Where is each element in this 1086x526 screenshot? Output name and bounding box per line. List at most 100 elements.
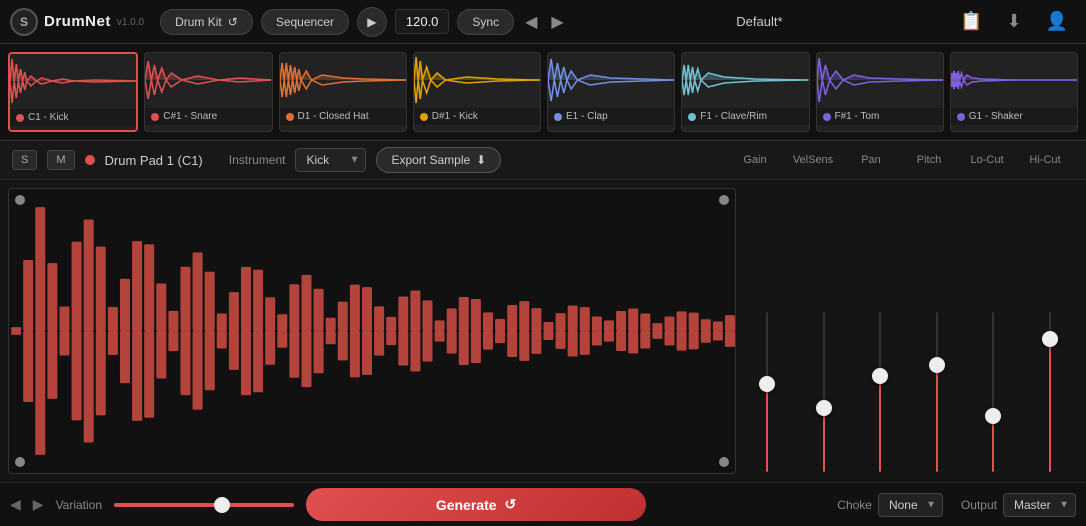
pad-item-c1[interactable]: C1 - Kick xyxy=(8,52,138,132)
slider-track-pan[interactable] xyxy=(879,312,881,472)
output-label: Output xyxy=(961,498,997,512)
pad-label-text-3: D#1 - Kick xyxy=(432,111,478,122)
slider-thumb-pitch[interactable] xyxy=(929,357,945,373)
play-button[interactable]: ▶ xyxy=(357,7,387,37)
pad-waveform-5 xyxy=(682,53,808,108)
pad-waveform-6 xyxy=(817,53,943,108)
param-label-gain: Gain xyxy=(726,154,784,166)
waveform-handle-bl[interactable] xyxy=(15,457,25,467)
next-variation-button[interactable]: ▶ xyxy=(33,496,44,513)
pad-waveform-7 xyxy=(951,53,1077,108)
pad-waveform-2 xyxy=(280,53,406,108)
waveform-svg xyxy=(9,189,735,473)
pad-waveform-0 xyxy=(10,54,136,109)
variation-label: Variation xyxy=(56,498,102,512)
pad-label-text-7: G1 - Shaker xyxy=(969,111,1023,122)
sync-label: Sync xyxy=(472,15,499,29)
drumkit-button[interactable]: Drum Kit ↺ xyxy=(160,9,253,35)
sync-button[interactable]: Sync xyxy=(457,9,514,35)
notes-button[interactable]: 📋 xyxy=(952,7,990,36)
variation-slider[interactable] xyxy=(114,503,294,507)
choke-select-wrapper: None ▼ xyxy=(878,493,943,517)
output-select[interactable]: Master xyxy=(1003,493,1076,517)
pad-item-g1[interactable]: G1 - Shaker xyxy=(950,52,1078,132)
slider-thumb-velsens[interactable] xyxy=(816,400,832,416)
waveform-handle-tl[interactable] xyxy=(15,195,25,205)
slider-col-locut[interactable] xyxy=(967,312,1020,472)
export-sample-button[interactable]: Export Sample ⬇ xyxy=(376,147,501,173)
pad-waveform-1 xyxy=(145,53,271,108)
choke-select[interactable]: None xyxy=(878,493,943,517)
slider-col-hicut[interactable] xyxy=(1024,312,1077,472)
mute-button[interactable]: M xyxy=(47,150,74,170)
param-label-velsens: VelSens xyxy=(784,154,842,166)
slider-track-pitch[interactable] xyxy=(936,312,938,472)
next-preset-button[interactable]: ▶ xyxy=(548,12,566,32)
slider-thumb-gain[interactable] xyxy=(759,376,775,392)
notes-icon: 📋 xyxy=(960,11,982,32)
bpm-display[interactable]: 120.0 xyxy=(395,9,450,34)
generate-refresh-icon: ↺ xyxy=(505,496,517,513)
sliders-panel xyxy=(736,180,1086,482)
drumkit-refresh-icon: ↺ xyxy=(228,15,238,29)
instrument-row: S M Drum Pad 1 (C1) Instrument Kick Snar… xyxy=(0,141,1086,180)
sequencer-button[interactable]: Sequencer xyxy=(261,9,349,35)
export-label: Export Sample xyxy=(391,153,470,167)
drumkit-label: Drum Kit xyxy=(175,15,222,29)
pad-label-text-0: C1 - Kick xyxy=(28,112,69,123)
export-icon: ⬇ xyxy=(476,153,486,167)
prev-preset-button[interactable]: ◀ xyxy=(522,12,540,32)
instrument-select-wrapper: Kick Snare Hi-Hat Clap ▼ xyxy=(295,148,366,172)
variation-thumb[interactable] xyxy=(214,497,230,513)
waveform-handle-br[interactable] xyxy=(719,457,729,467)
waveform-panel[interactable] xyxy=(8,188,736,474)
pad-item-cs1[interactable]: C#1 - Snare xyxy=(144,52,272,132)
output-select-wrapper: Master ▼ xyxy=(1003,493,1076,517)
play-icon: ▶ xyxy=(367,15,376,29)
slider-track-gain[interactable] xyxy=(766,312,768,472)
slider-track-hicut[interactable] xyxy=(1049,312,1051,472)
instrument-select[interactable]: Kick Snare Hi-Hat Clap xyxy=(295,148,366,172)
pad-label-text-2: D1 - Closed Hat xyxy=(298,111,369,122)
waveform-handle-tr[interactable] xyxy=(719,195,729,205)
slider-track-velsens[interactable] xyxy=(823,312,825,472)
app-version: v1.0.0 xyxy=(117,17,144,28)
preset-name: Default* xyxy=(575,14,944,29)
choke-section: Choke None ▼ Output Master ▼ xyxy=(837,493,1076,517)
user-button[interactable]: 👤 xyxy=(1038,7,1076,36)
prev-variation-button[interactable]: ◀ xyxy=(10,496,21,513)
slider-track-locut[interactable] xyxy=(992,312,994,472)
generate-label: Generate xyxy=(436,497,497,513)
pad-item-d1[interactable]: D1 - Closed Hat xyxy=(279,52,407,132)
slider-col-gain[interactable] xyxy=(741,312,794,472)
slider-thumb-locut[interactable] xyxy=(985,408,1001,424)
bpm-value: 120.0 xyxy=(406,14,439,29)
main-area xyxy=(0,180,1086,482)
pad-name: Drum Pad 1 (C1) xyxy=(105,153,203,168)
top-bar: S DrumNet v1.0.0 Drum Kit ↺ Sequencer ▶ … xyxy=(0,0,1086,44)
param-label-lo-cut: Lo-Cut xyxy=(958,154,1016,166)
slider-thumb-hicut[interactable] xyxy=(1042,331,1058,347)
params-labels: GainVelSensPanPitchLo-CutHi-Cut xyxy=(726,154,1074,166)
solo-button[interactable]: S xyxy=(12,150,37,170)
slider-col-pan[interactable] xyxy=(854,312,907,472)
slider-col-velsens[interactable] xyxy=(798,312,851,472)
pad-item-f1[interactable]: F1 - Clave/Rim xyxy=(681,52,809,132)
generate-button[interactable]: Generate ↺ xyxy=(306,488,646,521)
pad-item-fs1[interactable]: F#1 - Tom xyxy=(816,52,944,132)
pad-item-e1[interactable]: E1 - Clap xyxy=(547,52,675,132)
choke-label: Choke xyxy=(837,498,872,512)
logo-icon: S xyxy=(10,8,38,36)
pad-item-ds1[interactable]: D#1 - Kick xyxy=(413,52,541,132)
slider-col-pitch[interactable] xyxy=(911,312,964,472)
bottom-bar: ◀ ▶ Variation Generate ↺ Choke None ▼ Ou… xyxy=(0,482,1086,526)
slider-thumb-pan[interactable] xyxy=(872,368,888,384)
param-label-hi-cut: Hi-Cut xyxy=(1016,154,1074,166)
param-label-pan: Pan xyxy=(842,154,900,166)
pad-label-text-6: F#1 - Tom xyxy=(835,111,880,122)
sequencer-label: Sequencer xyxy=(276,15,334,29)
logo-letter: S xyxy=(20,15,28,29)
download-button[interactable]: ⬇ xyxy=(998,7,1029,36)
pad-label-text-1: C#1 - Snare xyxy=(163,111,217,122)
pads-row: C1 - Kick C#1 - Snare D1 - Closed Hat D#1 -… xyxy=(0,44,1086,141)
